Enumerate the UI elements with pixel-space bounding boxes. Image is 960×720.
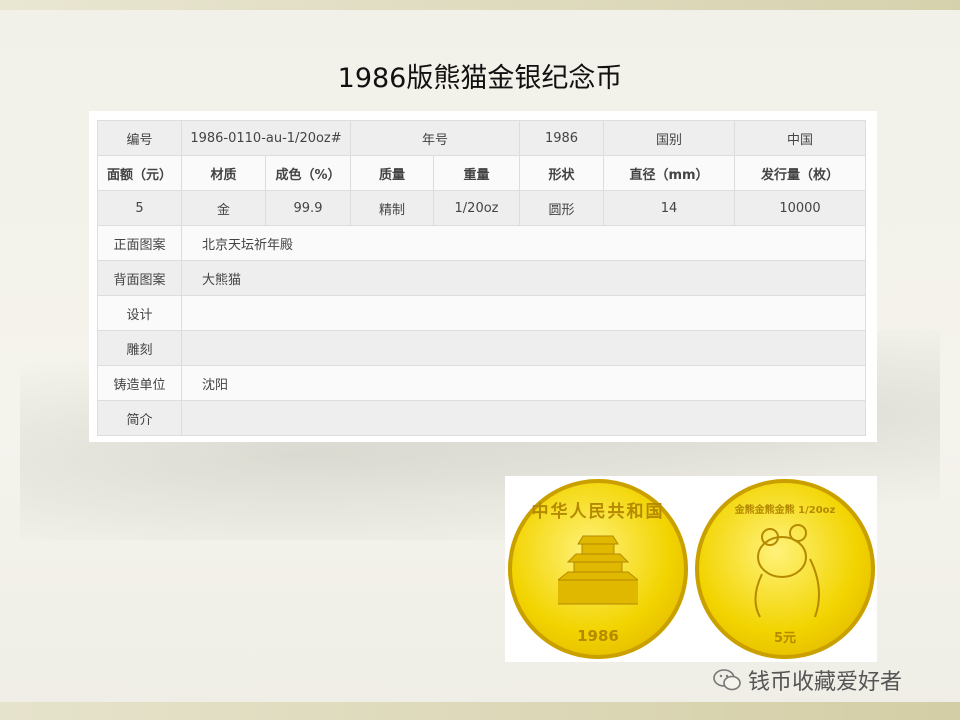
coin-info-table: 编号 1986-0110-au-1/20oz# 年号 1986 国别 中国 面额… bbox=[97, 120, 867, 436]
table-row: 铸造单位 沈阳 bbox=[97, 365, 867, 401]
cell-value: 5 bbox=[97, 190, 182, 226]
column-header: 形状 bbox=[519, 155, 605, 191]
table-row: 雕刻 bbox=[97, 330, 867, 366]
bottom-decor-bar bbox=[0, 702, 960, 720]
reverse-denomination: 5元 bbox=[773, 631, 797, 646]
column-header: 面额（元） bbox=[97, 155, 182, 191]
cell-label: 年号 bbox=[349, 120, 521, 156]
detail-value bbox=[180, 295, 867, 331]
detail-label: 简介 bbox=[97, 400, 182, 436]
cell-label: 编号 bbox=[97, 120, 182, 156]
table-row: 设计 bbox=[97, 295, 867, 331]
table-row: 5 金 99.9 精制 1/20oz 圆形 14 10000 bbox=[97, 190, 867, 226]
column-header: 直径（mm） bbox=[603, 155, 736, 191]
detail-label: 背面图案 bbox=[97, 260, 182, 296]
detail-label: 设计 bbox=[97, 295, 182, 331]
column-header: 材质 bbox=[181, 155, 266, 191]
reverse-legend: 金熊金熊金熊 1/20oz bbox=[734, 505, 836, 516]
detail-value bbox=[180, 400, 867, 436]
obverse-year: 1986 bbox=[577, 627, 619, 645]
column-header: 发行量（枚） bbox=[734, 155, 867, 191]
detail-value: 大熊猫 bbox=[180, 260, 867, 296]
column-header: 重量 bbox=[432, 155, 521, 191]
table-row: 编号 1986-0110-au-1/20oz# 年号 1986 国别 中国 bbox=[97, 120, 867, 156]
table-row: 正面图案 北京天坛祈年殿 bbox=[97, 225, 867, 261]
table-row: 简介 bbox=[97, 400, 867, 436]
detail-value: 沈阳 bbox=[180, 365, 867, 401]
column-header: 成色（%） bbox=[265, 155, 351, 191]
cell-value: 精制 bbox=[350, 190, 434, 226]
coin-info-table-panel: 编号 1986-0110-au-1/20oz# 年号 1986 国别 中国 面额… bbox=[89, 111, 877, 442]
cell-value: 14 bbox=[603, 190, 736, 226]
column-header: 质量 bbox=[350, 155, 434, 191]
top-decor-bar bbox=[0, 0, 960, 10]
obverse-legend: 中华人民共和国 bbox=[531, 502, 665, 522]
cell-value: 金 bbox=[181, 190, 266, 226]
coin-image: 中华人民共和国 1986 金熊金熊金熊 1/20oz 5元 bbox=[505, 476, 877, 662]
coin-reverse: 金熊金熊金熊 1/20oz 5元 bbox=[695, 479, 875, 659]
slide: 1986版熊猫金银纪念币 编号 1986-0110-au-1/20oz# 年号 … bbox=[0, 0, 960, 720]
detail-label: 正面图案 bbox=[97, 225, 182, 261]
cell-value: 1986 bbox=[519, 120, 605, 156]
cell-value: 99.9 bbox=[265, 190, 351, 226]
cell-value: 1/20oz bbox=[432, 190, 521, 226]
detail-label: 雕刻 bbox=[97, 330, 182, 366]
watermark-text: 钱币收藏爱好者 bbox=[748, 670, 903, 695]
panda-icon bbox=[754, 524, 820, 618]
cell-value: 圆形 bbox=[519, 190, 605, 226]
cell-label: 国别 bbox=[603, 120, 736, 156]
wechat-icon bbox=[713, 669, 741, 691]
cell-value: 中国 bbox=[734, 120, 867, 156]
detail-value: 北京天坛祈年殿 bbox=[180, 225, 867, 261]
temple-of-heaven-icon bbox=[558, 535, 638, 605]
watermark: 钱币收藏爱好者 bbox=[712, 664, 902, 696]
page-title: 1986版熊猫金银纪念币 bbox=[337, 63, 623, 94]
cell-value: 1986-0110-au-1/20oz# bbox=[181, 120, 351, 156]
cell-value: 10000 bbox=[734, 190, 867, 226]
table-header-row: 面额（元） 材质 成色（%） 质量 重量 形状 直径（mm） 发行量（枚） bbox=[97, 155, 867, 191]
coin-obverse: 中华人民共和国 1986 bbox=[508, 479, 688, 659]
detail-label: 铸造单位 bbox=[97, 365, 182, 401]
detail-value bbox=[180, 330, 867, 366]
table-row: 背面图案 大熊猫 bbox=[97, 260, 867, 296]
